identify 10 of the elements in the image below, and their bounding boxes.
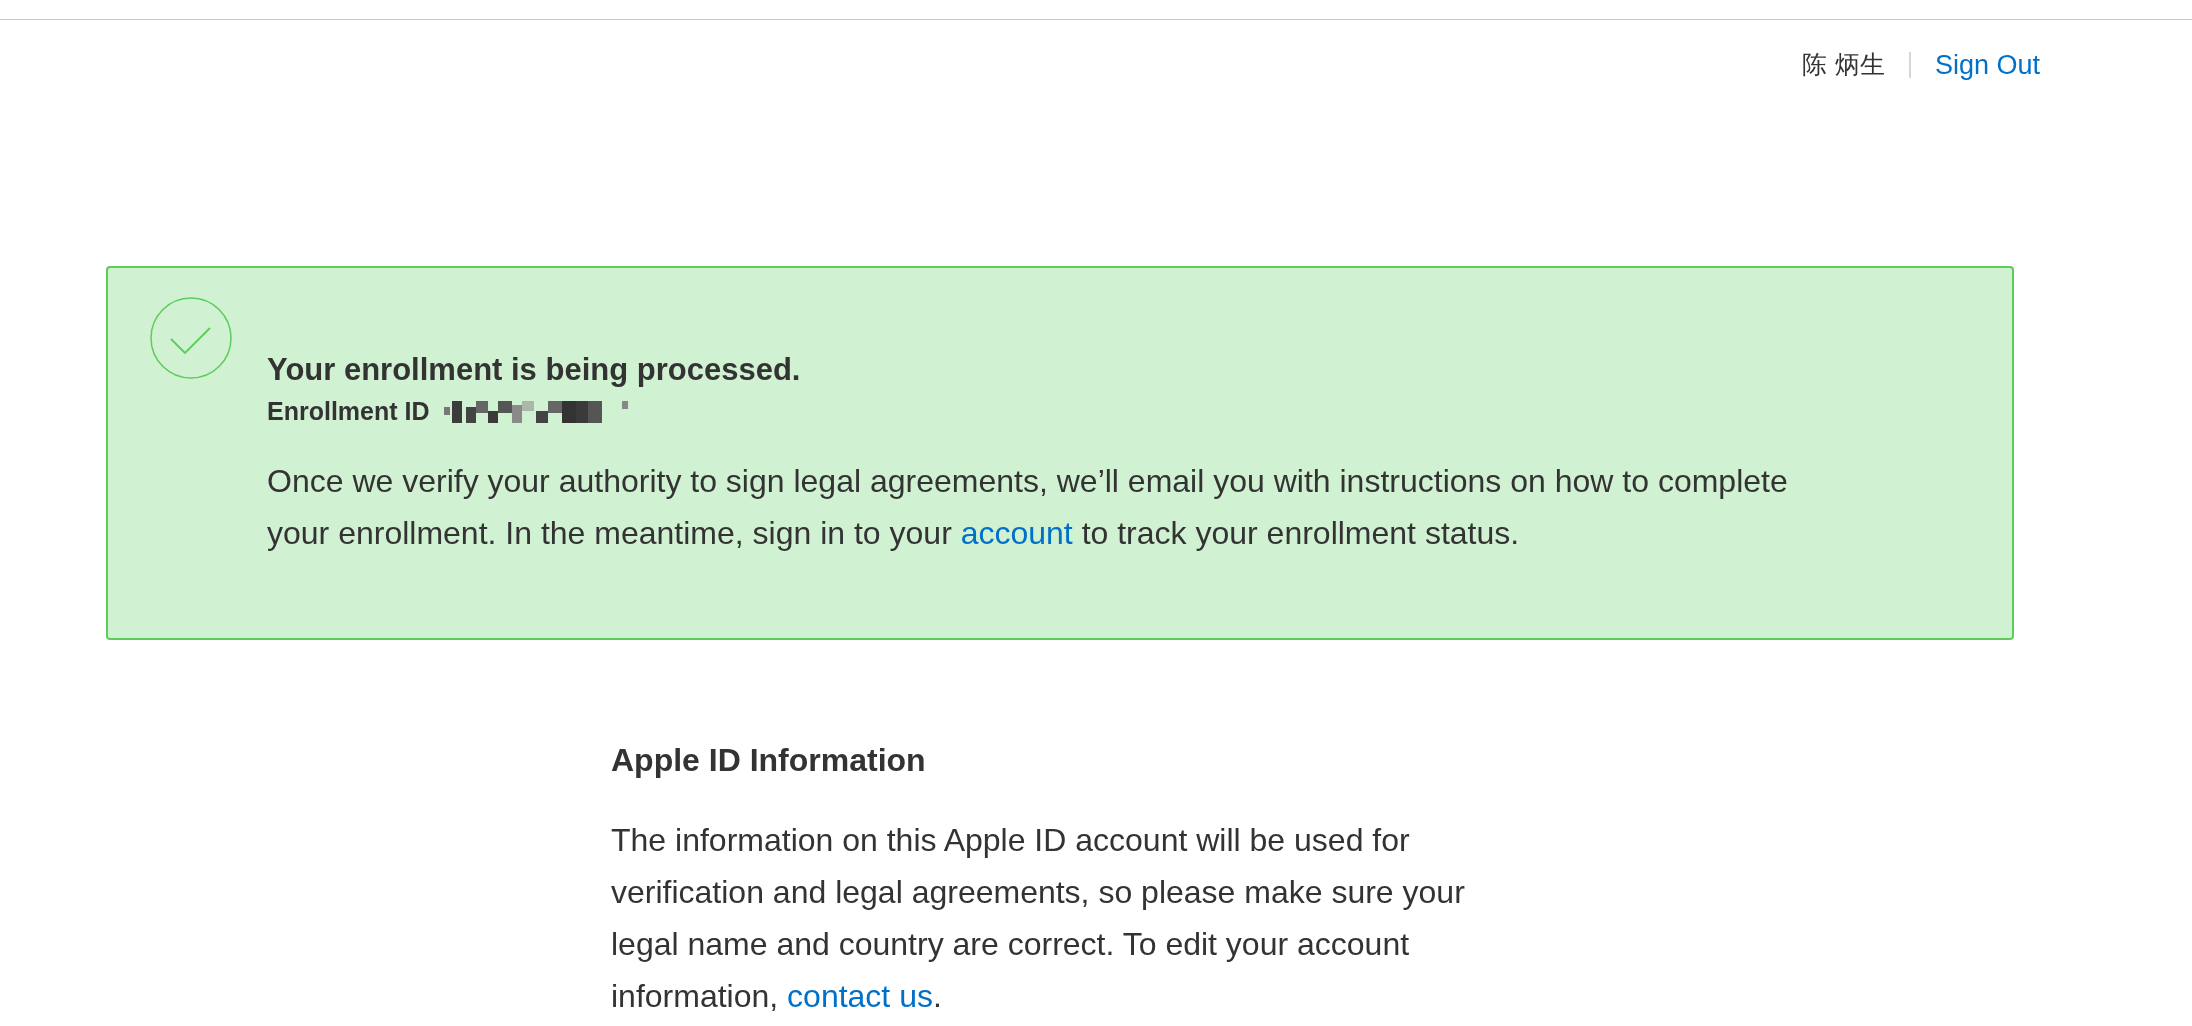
user-name: 陈 炳生 — [1802, 49, 1885, 82]
section-heading: Apple ID Information — [611, 741, 927, 780]
banner-title: Your enrollment is being processed. — [267, 351, 802, 389]
enrollment-id-label: Enrollment ID — [267, 396, 430, 427]
sign-out-link[interactable]: Sign Out — [1934, 44, 2040, 86]
checkmark-circle-icon — [150, 297, 232, 379]
section-text: The information on this Apple ID account will be used for verification and legal agreements, so please make sure your legal name and country are correct. To edit your account information, contact us. — [611, 821, 1466, 1016]
text-link[interactable]: contact us — [787, 978, 933, 1014]
banner-message: Once we verify your authority to sign legal agreements, we’ll email you with instructions on how to complete your enrollment. In the meantime, sign in to your account to track your enrollment status. — [267, 461, 1789, 553]
text-link[interactable]: account — [960, 514, 1073, 551]
